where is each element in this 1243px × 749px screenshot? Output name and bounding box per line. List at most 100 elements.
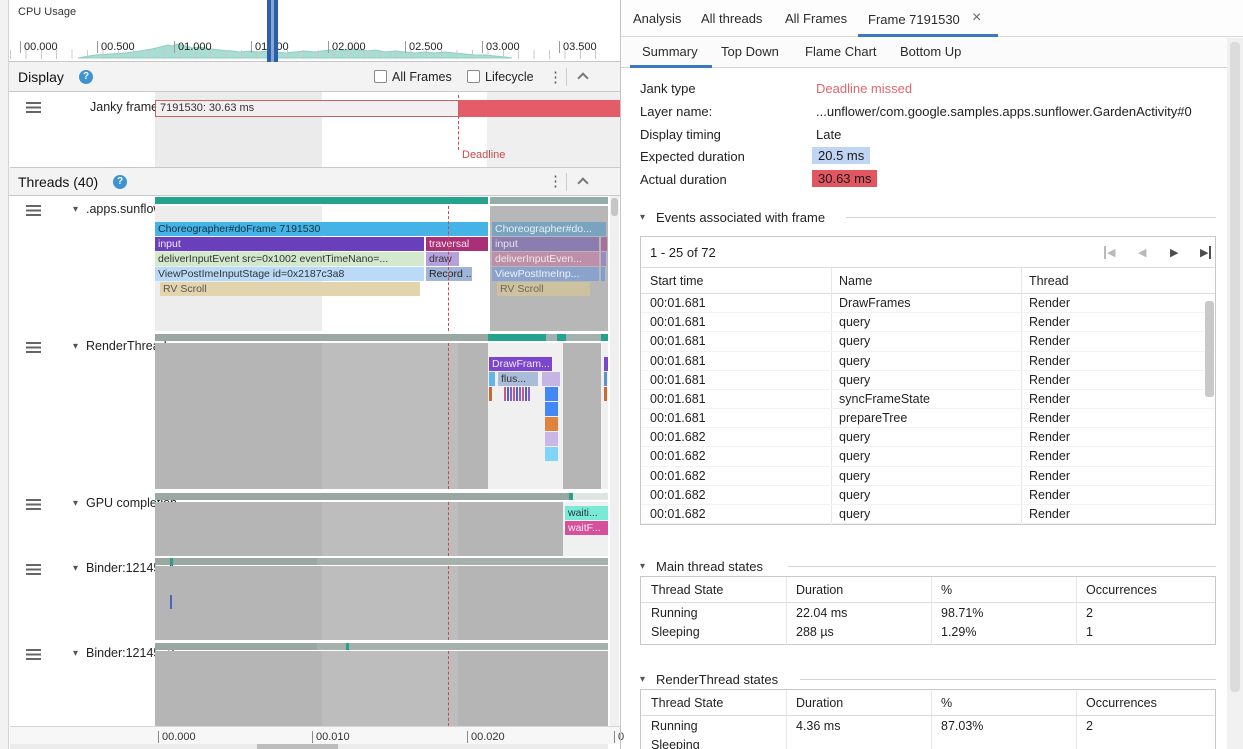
drag-handle-icon[interactable] bbox=[26, 342, 41, 353]
collapse-render-states-caret-icon[interactable]: ▾ bbox=[640, 674, 645, 685]
trace-event-tick[interactable] bbox=[604, 387, 607, 401]
trace-event-bar[interactable]: deliverInputEvent src=0x1002 eventTimeNa… bbox=[155, 252, 424, 266]
tab-top-down[interactable]: Top Down bbox=[721, 44, 779, 59]
table-row[interactable]: Running 4.36 ms 87.03% 2 bbox=[641, 716, 1215, 735]
trace-event-tick[interactable] bbox=[170, 595, 172, 609]
table-row[interactable]: 00:01.682queryRender bbox=[641, 486, 1215, 505]
table-row[interactable]: 00:01.682queryRender bbox=[641, 447, 1215, 466]
table-row[interactable]: 00:01.681syncFrameStateRender bbox=[641, 390, 1215, 409]
drag-handle-icon[interactable] bbox=[26, 564, 41, 575]
trace-event-bar-dimmed[interactable]: RV Scroll bbox=[497, 282, 590, 296]
previous-page-icon[interactable]: ◀ bbox=[1138, 246, 1146, 259]
column-header[interactable]: Occurrences bbox=[1086, 696, 1157, 710]
tab-flame-chart[interactable]: Flame Chart bbox=[805, 44, 877, 59]
help-icon[interactable]: ? bbox=[79, 70, 93, 84]
right-panel-scrollbar[interactable] bbox=[1227, 38, 1243, 749]
horizontal-scrollbar[interactable] bbox=[10, 744, 608, 749]
expand-caret-icon[interactable]: ▾ bbox=[73, 204, 78, 215]
collapse-threads-chevron-icon[interactable] bbox=[577, 177, 588, 188]
column-header[interactable]: Duration bbox=[796, 583, 843, 597]
trace-event-bar[interactable]: flus... bbox=[498, 372, 538, 386]
column-header[interactable]: Thread State bbox=[651, 696, 723, 710]
scrollbar-thumb[interactable] bbox=[1230, 42, 1240, 692]
trace-event-bar-dimmed[interactable]: input bbox=[492, 237, 599, 251]
display-options-kebab-icon[interactable]: ⋮ bbox=[548, 68, 563, 86]
trace-event-tick[interactable] bbox=[492, 372, 495, 386]
trace-event-bar[interactable] bbox=[545, 387, 558, 401]
table-row[interactable]: 00:01.682queryRender bbox=[641, 505, 1215, 524]
table-row[interactable]: 00:01.681queryRender bbox=[641, 313, 1215, 332]
trace-event-bar-dimmed[interactable]: ViewPostImeInp... bbox=[492, 267, 599, 281]
table-row[interactable]: 00:01.681queryRender bbox=[641, 332, 1215, 351]
trace-event-bar[interactable]: DrawFram... bbox=[489, 357, 552, 371]
tab-frame-7191530[interactable]: Frame 7191530 bbox=[868, 12, 960, 27]
table-row[interactable]: Sleeping 288 µs 1.29% 1 bbox=[641, 622, 1215, 641]
last-page-icon[interactable]: ▶ bbox=[1200, 246, 1211, 259]
table-row[interactable]: Sleeping bbox=[641, 735, 1215, 749]
column-header[interactable]: Thread State bbox=[651, 583, 723, 597]
collapse-events-caret-icon[interactable]: ▾ bbox=[640, 212, 645, 223]
next-page-icon[interactable]: ▶ bbox=[1170, 246, 1178, 259]
column-header[interactable]: % bbox=[941, 583, 952, 597]
tab-all-frames[interactable]: All Frames bbox=[785, 11, 847, 26]
trace-event-bar[interactable]: waiti... bbox=[565, 506, 608, 520]
panel-divider[interactable] bbox=[620, 0, 621, 749]
trace-event-tick[interactable] bbox=[604, 372, 607, 386]
column-header[interactable]: % bbox=[941, 696, 952, 710]
lifecycle-checkbox-label[interactable]: Lifecycle bbox=[485, 70, 534, 84]
drag-handle-icon[interactable] bbox=[26, 102, 41, 113]
trace-event-bar[interactable]: input bbox=[155, 237, 424, 251]
trace-event-tick[interactable] bbox=[489, 387, 492, 401]
trace-event-bar[interactable]: ViewPostImeInputStage id=0x2187c3a8 bbox=[155, 267, 424, 281]
expand-caret-icon[interactable]: ▾ bbox=[73, 648, 78, 659]
trace-event-bar[interactable] bbox=[545, 402, 558, 416]
trace-event-bar[interactable] bbox=[545, 447, 558, 461]
trace-event-bar-dimmed[interactable] bbox=[601, 237, 607, 251]
column-header[interactable]: Thread bbox=[1029, 274, 1069, 288]
table-row[interactable]: 00:01.681prepareTreeRender bbox=[641, 409, 1215, 428]
expand-caret-icon[interactable]: ▾ bbox=[73, 341, 78, 352]
trace-event-bar-dimmed[interactable] bbox=[601, 267, 605, 281]
scrollbar-thumb[interactable] bbox=[257, 744, 338, 749]
expand-caret-icon[interactable]: ▾ bbox=[73, 563, 78, 574]
trace-event-bar[interactable]: draw bbox=[426, 252, 459, 266]
column-header[interactable]: Occurrences bbox=[1086, 583, 1157, 597]
drag-handle-icon[interactable] bbox=[26, 499, 41, 510]
threads-vertical-scrollbar[interactable] bbox=[610, 196, 619, 726]
table-row[interactable]: 00:01.681DrawFramesRender bbox=[641, 294, 1215, 313]
collapse-display-chevron-icon[interactable] bbox=[577, 72, 588, 83]
trace-event-bar-dimmed[interactable]: Choreographer#do... bbox=[492, 222, 606, 236]
table-row[interactable]: 00:01.682queryRender bbox=[641, 428, 1215, 447]
janky-frame-bar-overrun[interactable] bbox=[458, 100, 620, 117]
trace-event-bar[interactable] bbox=[545, 417, 558, 431]
events-table-scrollbar-thumb[interactable] bbox=[1205, 301, 1214, 397]
help-icon[interactable]: ? bbox=[113, 175, 127, 189]
trace-event-bar[interactable] bbox=[542, 372, 560, 386]
collapse-main-states-caret-icon[interactable]: ▾ bbox=[640, 561, 645, 572]
trace-event-bar[interactable]: Choreographer#doFrame 7191530 bbox=[155, 222, 488, 236]
column-header[interactable]: Name bbox=[839, 274, 872, 288]
drag-handle-icon[interactable] bbox=[26, 649, 41, 660]
scrollbar-thumb[interactable] bbox=[611, 198, 618, 216]
minimap-range-selection-handle[interactable] bbox=[267, 0, 278, 62]
trace-event-ticks-group[interactable] bbox=[504, 387, 531, 401]
tab-summary[interactable]: Summary bbox=[642, 44, 698, 59]
threads-options-kebab-icon[interactable]: ⋮ bbox=[548, 172, 563, 190]
close-tab-icon[interactable]: × bbox=[972, 10, 981, 26]
trace-event-bar[interactable]: RV Scroll bbox=[160, 282, 420, 296]
column-header[interactable]: Start time bbox=[650, 274, 704, 288]
expand-caret-icon[interactable]: ▾ bbox=[73, 498, 78, 509]
trace-event-bar[interactable]: traversal bbox=[426, 237, 488, 251]
all-frames-checkbox[interactable] bbox=[374, 70, 387, 83]
trace-event-bar-dimmed[interactable]: deliverInputEven... bbox=[492, 252, 599, 266]
drag-handle-icon[interactable] bbox=[26, 205, 41, 216]
trace-event-bar-dimmed[interactable] bbox=[601, 252, 606, 266]
janky-frame-bar[interactable]: 7191530: 30.63 ms bbox=[155, 100, 459, 117]
column-header[interactable]: Duration bbox=[796, 696, 843, 710]
first-page-icon[interactable]: ◀ bbox=[1104, 246, 1115, 259]
cpu-usage-minimap[interactable]: CPU Usage 00.000 00.500 01.000 01.500 02… bbox=[0, 0, 620, 62]
tab-analysis[interactable]: Analysis bbox=[633, 11, 681, 26]
trace-event-bar[interactable]: Record ... bbox=[426, 267, 472, 281]
table-row[interactable]: 00:01.681queryRender bbox=[641, 352, 1215, 371]
trace-event-bar[interactable]: waitF... bbox=[565, 521, 608, 535]
